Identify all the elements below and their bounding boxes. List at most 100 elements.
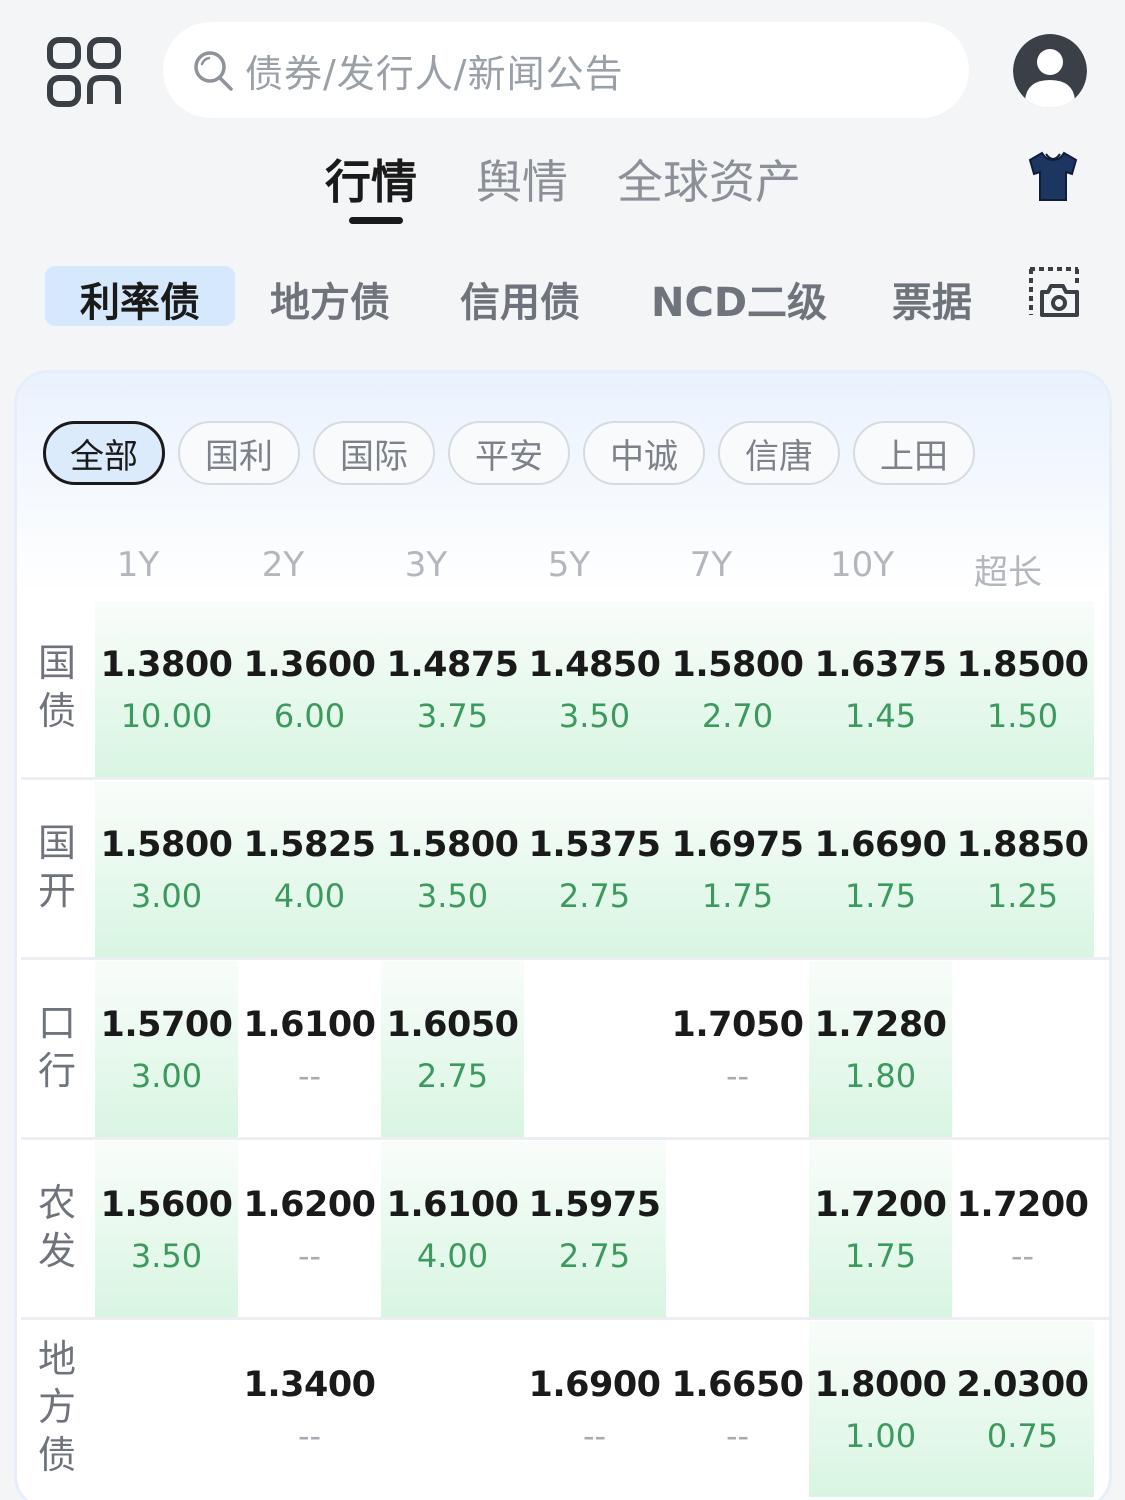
cell-yield: 1.3400 bbox=[243, 1365, 376, 1405]
search-icon bbox=[194, 51, 233, 91]
broker-chip-xintang[interactable]: 信唐 bbox=[718, 421, 840, 485]
cell-change: 2.75 bbox=[558, 1237, 631, 1275]
quote-cell[interactable]: 1.5800 2.70 bbox=[666, 601, 809, 777]
quote-cell[interactable]: 2.0300 0.75 bbox=[951, 1321, 1094, 1497]
shirt-icon[interactable] bbox=[1026, 150, 1080, 202]
cell-change: 10.00 bbox=[120, 697, 213, 735]
cell-yield: 1.6375 bbox=[814, 645, 947, 685]
quote-cell[interactable]: 1.3600 6.00 bbox=[238, 601, 381, 777]
cell-yield: 1.6975 bbox=[671, 825, 804, 865]
broker-chip-guoji[interactable]: 国际 bbox=[313, 421, 435, 485]
cell-yield: 1.5800 bbox=[671, 645, 804, 685]
category-credit-bonds[interactable]: 信用债 bbox=[460, 270, 580, 328]
quote-cell[interactable]: 1.7200 -- bbox=[951, 1141, 1094, 1317]
quote-cell[interactable]: 1.8500 1.50 bbox=[951, 601, 1094, 777]
quote-cell[interactable]: 1.7200 1.75 bbox=[809, 1141, 952, 1317]
quote-cell[interactable]: 1.5800 3.00 bbox=[95, 781, 238, 957]
cell-change: 2.75 bbox=[558, 877, 631, 915]
cell-yield: 1.6050 bbox=[386, 1005, 519, 1045]
quote-cell[interactable]: 1.6690 1.75 bbox=[809, 781, 952, 957]
category-ncd-secondary[interactable]: NCD二级 bbox=[651, 270, 827, 328]
header: 债券/发行人/新闻公告 bbox=[0, 0, 1125, 140]
quote-cell[interactable] bbox=[951, 961, 1094, 1137]
avatar-icon bbox=[1013, 34, 1087, 108]
broker-chip-pingan[interactable]: 平安 bbox=[448, 421, 570, 485]
quote-cell[interactable]: 1.8850 1.25 bbox=[951, 781, 1094, 957]
broker-chip-guoli[interactable]: 国利 bbox=[178, 421, 300, 485]
quote-cell[interactable]: 1.4875 3.75 bbox=[381, 601, 524, 777]
quote-cell[interactable]: 1.6650 -- bbox=[666, 1321, 809, 1497]
tab-market[interactable]: 行情 bbox=[325, 146, 417, 212]
avatar[interactable] bbox=[1013, 34, 1087, 108]
category-local-bonds[interactable]: 地方债 bbox=[270, 270, 390, 328]
quote-cell[interactable]: 1.7050 -- bbox=[666, 961, 809, 1137]
cell-change: -- bbox=[725, 1417, 750, 1455]
quote-cell[interactable] bbox=[381, 1321, 524, 1497]
quote-cell[interactable]: 1.5700 3.00 bbox=[95, 961, 238, 1137]
quote-cell[interactable] bbox=[523, 961, 666, 1137]
quote-cell[interactable]: 1.5600 3.50 bbox=[95, 1141, 238, 1317]
search-input[interactable]: 债券/发行人/新闻公告 bbox=[163, 22, 969, 118]
row-label: 地方债 bbox=[37, 1337, 76, 1477]
cell-change: -- bbox=[1010, 1237, 1035, 1275]
column-header[interactable]: 5Y bbox=[499, 545, 639, 585]
cell-yield: 2.0300 bbox=[956, 1365, 1089, 1405]
broker-chip-zhongcheng[interactable]: 中诚 bbox=[583, 421, 705, 485]
quote-cell[interactable]: 1.3800 10.00 bbox=[95, 601, 238, 777]
quote-cell[interactable]: 1.5975 2.75 bbox=[523, 1141, 666, 1317]
quote-cell[interactable]: 1.7280 1.80 bbox=[809, 961, 952, 1137]
quote-cell[interactable]: 1.4850 3.50 bbox=[523, 601, 666, 777]
row-divider bbox=[21, 957, 1109, 960]
quote-cell[interactable]: 1.5800 3.50 bbox=[381, 781, 524, 957]
column-header[interactable]: 3Y bbox=[356, 545, 496, 585]
category-rate-bonds[interactable]: 利率债 bbox=[80, 270, 200, 328]
cell-change: 1.75 bbox=[844, 1237, 917, 1275]
tab-global-assets[interactable]: 全球资产 bbox=[617, 146, 801, 212]
cell-yield: 1.8500 bbox=[956, 645, 1089, 685]
cell-change: 1.80 bbox=[844, 1057, 917, 1095]
cell-change: 1.50 bbox=[986, 697, 1059, 735]
cell-change: 1.00 bbox=[844, 1417, 917, 1455]
scan-camera-icon[interactable] bbox=[1028, 266, 1080, 318]
column-header[interactable]: 7Y bbox=[641, 545, 781, 585]
quote-cell[interactable]: 1.6200 -- bbox=[238, 1141, 381, 1317]
cell-yield: 1.5825 bbox=[243, 825, 376, 865]
cell-change: -- bbox=[582, 1417, 607, 1455]
tab-sentiment[interactable]: 舆情 bbox=[476, 146, 568, 212]
row-label: 农发 bbox=[37, 1181, 76, 1273]
cell-yield: 1.6650 bbox=[671, 1365, 804, 1405]
quote-cell[interactable]: 1.6100 4.00 bbox=[381, 1141, 524, 1317]
cell-yield: 1.8000 bbox=[814, 1365, 947, 1405]
cell-change: 0.75 bbox=[986, 1417, 1059, 1455]
apps-grid-icon[interactable] bbox=[46, 36, 122, 108]
cell-yield: 1.6100 bbox=[243, 1005, 376, 1045]
cell-yield: 1.5800 bbox=[100, 825, 233, 865]
cell-yield: 1.6900 bbox=[528, 1365, 661, 1405]
quote-cell[interactable]: 1.3400 -- bbox=[238, 1321, 381, 1497]
quote-cell[interactable]: 1.6375 1.45 bbox=[809, 601, 952, 777]
quote-cell[interactable]: 1.6975 1.75 bbox=[666, 781, 809, 957]
row-divider bbox=[21, 1317, 1109, 1320]
column-header[interactable]: 1Y bbox=[68, 545, 208, 585]
column-header[interactable]: 2Y bbox=[213, 545, 353, 585]
cell-yield: 1.7200 bbox=[814, 1185, 947, 1225]
column-header[interactable]: 超长 bbox=[938, 545, 1078, 594]
category-bills[interactable]: 票据 bbox=[892, 270, 972, 328]
broker-chip-all[interactable]: 全部 bbox=[43, 421, 165, 485]
quote-cell[interactable]: 1.6050 2.75 bbox=[381, 961, 524, 1137]
quote-card: 全部 国利 国际 平安 中诚 信唐 上田 1Y 2Y 3Y 5Y 7Y 10Y 超长 国债 1… bbox=[14, 370, 1112, 1500]
cell-yield: 1.4850 bbox=[528, 645, 661, 685]
broker-chip-shangtian[interactable]: 上田 bbox=[853, 421, 975, 485]
row-label: 口行 bbox=[37, 1001, 76, 1093]
quote-cell[interactable] bbox=[95, 1321, 238, 1497]
quote-cell[interactable]: 1.5375 2.75 bbox=[523, 781, 666, 957]
cell-yield: 1.3600 bbox=[243, 645, 376, 685]
quote-cell[interactable]: 1.6100 -- bbox=[238, 961, 381, 1137]
quote-cell[interactable] bbox=[666, 1141, 809, 1317]
column-header[interactable]: 10Y bbox=[792, 545, 932, 585]
cell-yield: 1.5800 bbox=[386, 825, 519, 865]
cell-change: 4.00 bbox=[416, 1237, 489, 1275]
quote-cell[interactable]: 1.5825 4.00 bbox=[238, 781, 381, 957]
quote-cell[interactable]: 1.8000 1.00 bbox=[809, 1321, 952, 1497]
quote-cell[interactable]: 1.6900 -- bbox=[523, 1321, 666, 1497]
